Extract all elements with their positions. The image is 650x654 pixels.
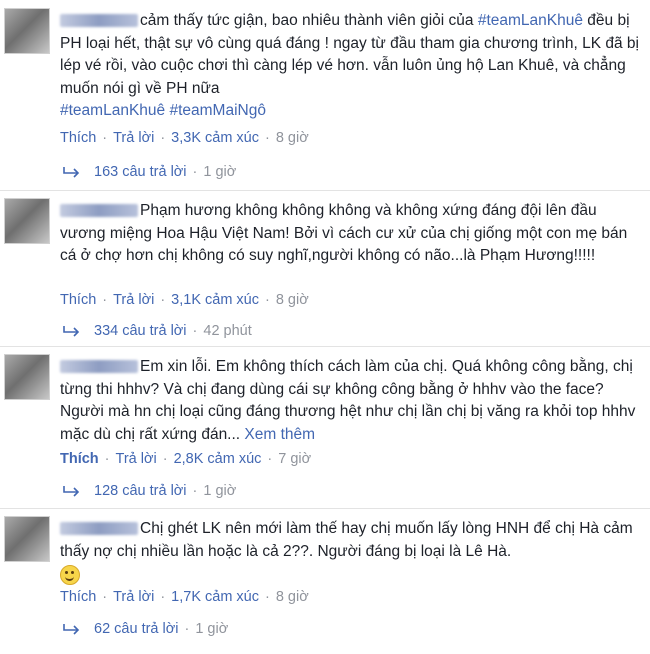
avatar[interactable] bbox=[4, 516, 50, 562]
like-link[interactable]: Thích bbox=[60, 292, 96, 308]
timestamp[interactable]: 8 giờ bbox=[276, 130, 309, 146]
hashtag-link[interactable]: #teamMaiNgô bbox=[169, 102, 266, 119]
commenter-name[interactable] bbox=[60, 14, 138, 28]
see-more-link[interactable]: Xem thêm bbox=[244, 426, 315, 443]
replies-count[interactable]: 334 câu trả lời bbox=[94, 323, 187, 339]
comment-1: cảm thấy tức giận, bao nhiêu thành viên … bbox=[0, 4, 650, 190]
reply-link[interactable]: Trả lời bbox=[113, 589, 154, 605]
timestamp[interactable]: 8 giờ bbox=[276, 292, 309, 308]
divider bbox=[0, 508, 650, 509]
replies-count[interactable]: 62 câu trả lời bbox=[94, 621, 178, 637]
smiley-emoji-icon bbox=[60, 565, 80, 585]
view-replies[interactable]: 62 câu trả lời · 1 giờ bbox=[62, 621, 228, 637]
like-link[interactable]: Thích bbox=[60, 451, 99, 467]
timestamp[interactable]: 8 giờ bbox=[276, 589, 309, 605]
comment-body: cảm thấy tức giận, bao nhiêu thành viên … bbox=[60, 10, 640, 123]
hashtag-link[interactable]: #teamLanKhuê bbox=[478, 12, 583, 29]
comment-body: Phạm hương không không không và không xứ… bbox=[60, 200, 640, 268]
reactions-count[interactable]: 3,1K cảm xúc bbox=[171, 292, 259, 308]
reply-arrow-icon bbox=[63, 624, 80, 635]
reactions-count[interactable]: 3,3K cảm xúc bbox=[171, 130, 259, 146]
comment-text: Em xin lỗi. Em không thích cách làm của … bbox=[60, 358, 636, 443]
hashtag-link[interactable]: #teamLanKhuê bbox=[60, 102, 165, 119]
comment-actions: Thích · Trả lời · 2,8K cảm xúc · 7 giờ bbox=[60, 451, 312, 467]
comment-actions: Thích · Trả lời · 3,3K cảm xúc · 8 giờ bbox=[60, 130, 309, 146]
comment-body: Em xin lỗi. Em không thích cách làm của … bbox=[60, 356, 640, 446]
replies-time: 1 giờ bbox=[195, 621, 229, 637]
reply-link[interactable]: Trả lời bbox=[113, 130, 154, 146]
reply-link[interactable]: Trả lời bbox=[113, 292, 154, 308]
timestamp[interactable]: 7 giờ bbox=[278, 451, 311, 467]
divider bbox=[0, 190, 650, 191]
reply-arrow-icon bbox=[63, 486, 80, 497]
like-link[interactable]: Thích bbox=[60, 589, 96, 605]
comment-2: Phạm hương không không không và không xứ… bbox=[0, 194, 650, 344]
comment-text: Chị ghét LK nên mới làm thế hay chị muốn… bbox=[60, 518, 640, 586]
replies-count[interactable]: 163 câu trả lời bbox=[94, 164, 187, 180]
commenter-name[interactable] bbox=[60, 360, 138, 374]
comment-actions: Thích · Trả lời · 1,7K cảm xúc · 8 giờ bbox=[60, 589, 309, 605]
replies-time: 1 giờ bbox=[203, 164, 237, 180]
view-replies[interactable]: 163 câu trả lời · 1 giờ bbox=[62, 164, 236, 180]
comment-4: Chị ghét LK nên mới làm thế hay chị muốn… bbox=[0, 512, 650, 654]
comment-text: cảm thấy tức giận, bao nhiêu thành viên … bbox=[60, 12, 639, 119]
replies-time: 42 phút bbox=[203, 323, 252, 339]
avatar[interactable] bbox=[4, 198, 50, 244]
comment-3: Em xin lỗi. Em không thích cách làm của … bbox=[0, 350, 650, 506]
reply-arrow-icon bbox=[63, 326, 80, 337]
commenter-name[interactable] bbox=[60, 204, 138, 218]
divider bbox=[0, 346, 650, 347]
replies-count[interactable]: 128 câu trả lời bbox=[94, 483, 187, 499]
commenter-name[interactable] bbox=[60, 522, 138, 536]
comment-thread: cảm thấy tức giận, bao nhiêu thành viên … bbox=[0, 0, 650, 654]
reactions-count[interactable]: 2,8K cảm xúc bbox=[174, 451, 262, 467]
comment-text: Phạm hương không không không và không xứ… bbox=[60, 202, 628, 264]
like-link[interactable]: Thích bbox=[60, 130, 96, 146]
view-replies[interactable]: 334 câu trả lời · 42 phút bbox=[62, 323, 252, 339]
comment-actions: Thích · Trả lời · 3,1K cảm xúc · 8 giờ bbox=[60, 292, 309, 308]
reactions-count[interactable]: 1,7K cảm xúc bbox=[171, 589, 259, 605]
replies-time: 1 giờ bbox=[203, 483, 237, 499]
reply-link[interactable]: Trả lời bbox=[116, 451, 157, 467]
reply-arrow-icon bbox=[63, 167, 80, 178]
avatar[interactable] bbox=[4, 354, 50, 400]
avatar[interactable] bbox=[4, 8, 50, 54]
comment-body: Chị ghét LK nên mới làm thế hay chị muốn… bbox=[60, 518, 640, 586]
view-replies[interactable]: 128 câu trả lời · 1 giờ bbox=[62, 483, 236, 499]
